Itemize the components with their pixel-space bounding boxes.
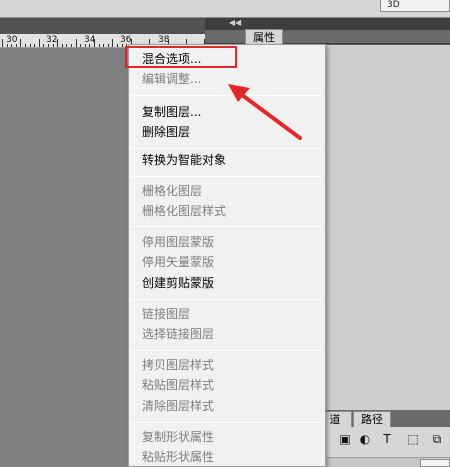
menu-item-rasterize-layer-style: 栅格化图层样式 xyxy=(142,204,227,218)
menu-item-copy-shape-attributes: 复制形状属性 xyxy=(142,430,215,444)
collapse-panels-icon[interactable]: ◀◀ xyxy=(228,18,242,28)
menu-item-rasterize-layer: 栅格化图层 xyxy=(142,184,203,198)
ruler-tick xyxy=(34,44,36,47)
menu-item-disable-layer-mask: 停用图层蒙版 xyxy=(142,235,215,249)
opacity-field[interactable] xyxy=(420,459,450,467)
ruler-tick xyxy=(84,44,86,47)
ruler-tick xyxy=(2,39,3,47)
tab-paths[interactable]: 路径 xyxy=(353,411,391,427)
ruler-tick xyxy=(75,39,77,47)
menu-item-select-linked-layers: 选择链接图层 xyxy=(142,327,215,341)
ruler-tick xyxy=(48,44,49,47)
menu-item-create-clipping-mask[interactable]: 创建剪贴蒙版 xyxy=(129,274,325,292)
tab-properties[interactable]: 属性 xyxy=(245,29,283,45)
menu-item-paste-layer-style: 粘贴图层样式 xyxy=(142,378,215,392)
ruler-tick xyxy=(57,39,59,47)
menu-item-edit-adjustment: 编辑调整... xyxy=(142,72,202,86)
menu-item-paste-shape-attributes: 粘贴形状属性 xyxy=(142,450,215,464)
ruler-tick xyxy=(71,44,72,47)
menu-item-convert-smart-object[interactable]: 转换为智能对象 xyxy=(129,151,325,169)
ruler-tick xyxy=(11,44,13,47)
ruler-tick xyxy=(20,39,22,47)
menu-item-duplicate-layer[interactable]: 复制图层... xyxy=(129,103,325,121)
menu-separator xyxy=(131,422,323,423)
menu-item-delete-layer[interactable]: 删除图层 xyxy=(129,123,325,141)
ruler-tick xyxy=(94,39,95,47)
image-filter-icon[interactable]: ▣ xyxy=(338,432,352,446)
menu-item-disable-vector-mask: 停用矢量蒙版 xyxy=(142,255,215,269)
menu-item-copy-layer-style: 拷贝图层样式 xyxy=(142,358,215,372)
type-filter-icon[interactable]: T xyxy=(380,432,394,446)
menu-separator xyxy=(131,226,323,227)
ruler-tick xyxy=(43,44,45,47)
ruler-tick xyxy=(66,44,68,47)
menu-item-link-layers: 链接图层 xyxy=(142,307,191,321)
menu-item-clear-layer-style: 清除图层样式 xyxy=(142,399,215,413)
ruler-tick xyxy=(98,44,100,47)
ruler-tick xyxy=(89,44,91,47)
layer-context-menu: 混合选项... 编辑调整... 复制图层... 删除图层 转换为智能对象 栅格化… xyxy=(128,44,326,467)
menu-separator xyxy=(131,148,323,149)
ruler-tick xyxy=(107,44,109,47)
ruler-tick xyxy=(121,44,123,47)
menu-separator xyxy=(131,95,323,96)
ruler-tick xyxy=(38,39,40,47)
adjustment-filter-icon[interactable]: ◐ xyxy=(358,432,372,446)
ruler-tick xyxy=(6,44,8,47)
menu-separator xyxy=(131,176,323,177)
ruler-tick xyxy=(80,44,82,47)
ruler-tick xyxy=(103,44,105,47)
ruler-tick xyxy=(15,44,17,47)
ruler-tick xyxy=(117,44,118,47)
ruler-tick xyxy=(29,44,31,47)
smart-object-filter-icon[interactable]: ⧉ xyxy=(430,432,444,446)
mode-dropdown[interactable]: 3D xyxy=(380,0,450,12)
panel-tabbar xyxy=(205,30,450,44)
ruler-tick xyxy=(61,44,63,47)
annotation-highlight-box xyxy=(125,46,237,68)
ruler-tick xyxy=(112,39,114,47)
ruler-tick xyxy=(52,44,54,47)
menu-separator xyxy=(131,299,323,300)
ruler-tick xyxy=(25,44,26,47)
shape-filter-icon[interactable]: ⬚ xyxy=(406,432,420,446)
menu-separator xyxy=(131,350,323,351)
